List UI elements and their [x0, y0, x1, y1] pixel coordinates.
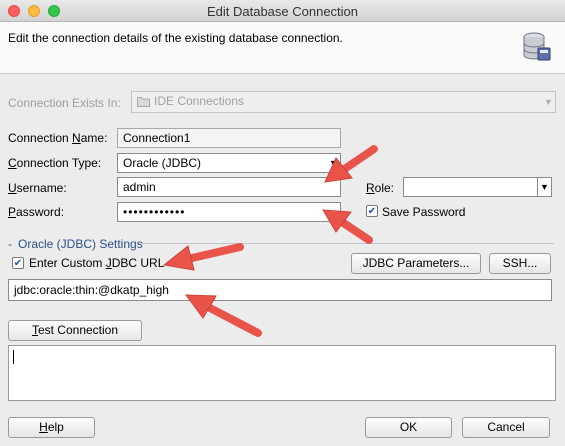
custom-jdbc-url-checkbox[interactable]: ✔ — [12, 257, 24, 269]
connection-name-field[interactable]: Connection1 — [117, 128, 341, 148]
checkmark-icon: ✔ — [367, 205, 377, 217]
connection-name-label: Connection Name: — [8, 131, 108, 145]
role-combo[interactable]: ▼ — [403, 177, 552, 197]
help-button[interactable]: Help — [8, 417, 95, 438]
header-description: Edit the connection details of the exist… — [8, 31, 343, 45]
oracle-jdbc-settings-label: Oracle (JDBC) Settings — [18, 237, 143, 251]
section-divider — [140, 243, 554, 244]
test-connection-button[interactable]: Test Connection — [8, 320, 142, 341]
section-bullet: - — [8, 237, 12, 251]
save-password-checkbox[interactable]: ✔ — [366, 205, 378, 217]
chevron-down-icon: ▼ — [544, 97, 553, 107]
custom-jdbc-url-label: Enter Custom JDBC URL — [29, 256, 165, 270]
connection-exists-in-combo: IDE Connections ▼ — [131, 91, 556, 113]
chevron-down-icon: ▼ — [537, 178, 551, 196]
username-input[interactable]: admin — [117, 177, 341, 197]
chevron-down-icon: ▼ — [329, 158, 338, 168]
password-input[interactable]: •••••••••••• — [117, 202, 341, 222]
database-icon — [521, 30, 553, 64]
status-output-area[interactable] — [8, 345, 556, 401]
text-caret — [13, 350, 14, 364]
connection-type-value: Oracle (JDBC) — [123, 156, 202, 170]
username-label: Username: — [8, 181, 67, 195]
role-label: Role: — [366, 181, 395, 195]
folder-icon — [137, 96, 150, 107]
connection-exists-in-value: IDE Connections — [154, 94, 245, 108]
checkmark-icon: ✔ — [13, 257, 23, 269]
connection-exists-in-label: Connection Exists In: — [8, 96, 121, 110]
save-password-label: Save Password — [382, 205, 466, 219]
connection-type-label: Connection Type: — [8, 156, 102, 170]
ok-button[interactable]: OK — [365, 417, 452, 438]
ssh-button[interactable]: SSH... — [489, 253, 551, 274]
header-band — [0, 22, 565, 74]
jdbc-url-input[interactable]: jdbc:oracle:thin:@dkatp_high — [8, 279, 552, 301]
jdbc-parameters-button[interactable]: JDBC Parameters... — [351, 253, 481, 274]
cancel-button[interactable]: Cancel — [462, 417, 550, 438]
password-label: Password: — [8, 205, 65, 219]
arrow-icon-custom-jdbc — [162, 243, 244, 271]
connection-type-combo[interactable]: Oracle (JDBC) ▼ — [117, 153, 341, 173]
window-title: Edit Database Connection — [206, 4, 359, 19]
